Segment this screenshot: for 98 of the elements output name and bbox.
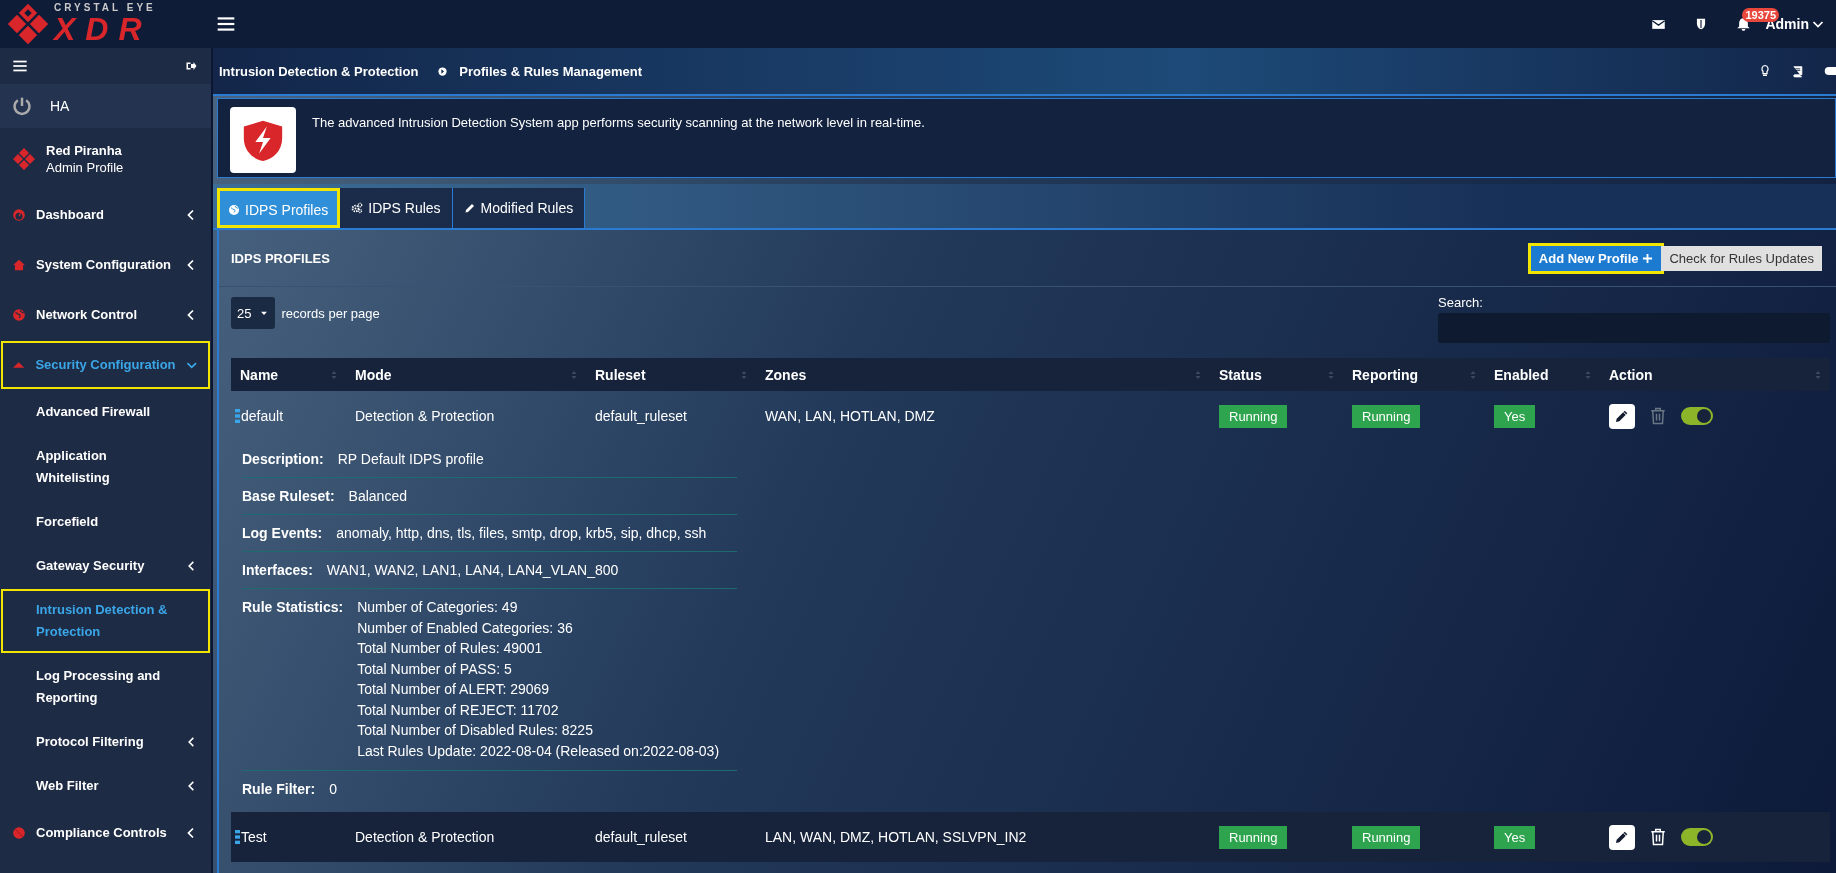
reporting-badge: Running — [1352, 825, 1421, 849]
statistic-text: Total Number of Rules: 49001 — [357, 639, 544, 658]
edit-button[interactable] — [1609, 403, 1635, 429]
status-badge: Running — [1219, 404, 1288, 428]
table-cell: Test — [241, 829, 267, 845]
profile-name: Red Piranha — [46, 142, 123, 159]
add-button[interactable]: Add New Profile — [1530, 245, 1662, 271]
detail-value: RP Default IDPS profile — [337, 450, 484, 468]
pill-icon[interactable] — [1824, 64, 1836, 78]
breadcrumb-item[interactable]: Intrusion Detection & Protection — [219, 63, 419, 79]
statistic-text: Total Number of PASS: 5 — [357, 659, 513, 679]
tab[interactable]: IDPS Rules — [340, 188, 453, 228]
statistic-text: Total Number of REJECT: 11702 — [357, 700, 560, 720]
detail-value: Balanced — [348, 487, 407, 505]
tab[interactable]: Modified Rules — [452, 188, 586, 228]
check-updates-button[interactable]: Check for Rules Updates — [1661, 245, 1822, 271]
page-size-select[interactable]: 25 — [231, 297, 276, 329]
plus-icon — [1642, 252, 1654, 264]
globe-icon — [12, 308, 26, 322]
status-badge: Running — [1219, 825, 1288, 849]
globe-icon — [228, 203, 240, 216]
sidebar-subitem[interactable]: Advanced Firewall — [0, 390, 211, 434]
reporting-badge: Running — [1352, 404, 1421, 428]
toggle-switch[interactable] — [1681, 828, 1713, 846]
sidebar-subitem[interactable]: Protocol Filtering — [0, 720, 211, 764]
menu-icon[interactable] — [12, 58, 28, 74]
detail-label: Interfaces: — [242, 561, 313, 579]
chevron-left-icon — [186, 736, 197, 748]
enabled-badge: Yes — [1494, 825, 1536, 849]
enabled-badge: Yes — [1494, 404, 1536, 428]
column-header[interactable]: Name — [231, 366, 346, 383]
breadcrumb-item: Profiles & Rules Management — [459, 63, 643, 79]
info-text: The advanced Intrusion Detection System app performs security scanning at the network level in real-time. — [312, 115, 925, 130]
ha-label: HA — [50, 98, 70, 114]
chevron-left-icon — [186, 560, 197, 572]
toggle-switch[interactable] — [1681, 407, 1713, 425]
detail-label: Rule Statistics: — [242, 598, 344, 617]
detail-value: WAN1, WAN2, LAN1, LAN4, LAN4_VLAN_800 — [326, 561, 619, 579]
sidebar-item[interactable]: Network Control — [0, 290, 211, 340]
column-header[interactable]: Zones — [756, 366, 1210, 383]
circle-arrow-icon — [438, 66, 448, 76]
logout-icon[interactable] — [185, 60, 197, 72]
sidebar-subitem[interactable]: Intrusion Detection & Protection — [0, 588, 211, 654]
sidebar-subitem[interactable]: Web Filter — [0, 764, 211, 808]
column-header[interactable]: Enabled — [1485, 366, 1600, 383]
statistic-text: Last Rules Update: 2022-08-04 (Released on:2022-08-03) — [357, 741, 720, 761]
trash-icon[interactable] — [1649, 826, 1667, 848]
sidebar-subitem[interactable]: Log Processing and Reporting — [0, 654, 211, 720]
logo-tagline: CRYSTAL EYE — [54, 3, 156, 13]
statistic-text: Total Number of ALERT: 29069 — [357, 680, 551, 699]
sidebar-item[interactable]: Compliance Controls — [0, 808, 211, 858]
statistic-text: Number of Enabled Categories: 36 — [357, 618, 574, 638]
statistic-text: Total Number of Disabled Rules: 8225 — [357, 721, 594, 740]
search-field[interactable] — [1438, 313, 1830, 343]
sidebar-subitem[interactable]: Application Whitelisting — [0, 434, 211, 500]
sidebar-subitem[interactable]: Forcefield — [0, 500, 211, 544]
column-header[interactable]: Action — [1600, 366, 1830, 383]
house-icon — [12, 258, 26, 272]
lightbulb-icon[interactable] — [1759, 64, 1771, 78]
column-header[interactable]: Reporting — [1343, 366, 1485, 383]
detail-label: Rule Filter: — [242, 780, 316, 798]
detail-value: 0 — [329, 780, 337, 798]
vertical-dots-icon[interactable] — [235, 409, 240, 423]
table-cell-text: Detection & Protection — [354, 829, 496, 845]
pencil-icon — [1614, 829, 1630, 845]
statistic-text: Number of Categories: 49 — [357, 598, 519, 617]
table-cell: default — [241, 408, 284, 424]
power-icon[interactable] — [12, 96, 32, 116]
menu-icon[interactable] — [216, 14, 236, 34]
sidebar-subitem[interactable]: Gateway Security — [0, 544, 211, 588]
column-header[interactable]: Ruleset — [586, 366, 756, 383]
detail-label: Base Ruleset: — [242, 487, 335, 505]
column-header[interactable]: Mode — [346, 366, 586, 383]
table-cell-text: WAN, LAN, HOTLAN, DMZ — [764, 408, 936, 424]
sidebar-item[interactable]: Dashboard — [0, 190, 211, 240]
sidebar-item[interactable]: System Configuration — [0, 240, 211, 290]
profile-role: Admin Profile — [46, 159, 124, 176]
column-header[interactable]: Status — [1210, 366, 1343, 383]
panel-title: IDPS PROFILES — [231, 250, 330, 266]
gauge-icon — [12, 208, 26, 222]
vertical-dots-icon[interactable] — [235, 830, 240, 844]
page-size-label: records per page — [281, 305, 380, 321]
table-cell-text: LAN, WAN, DMZ, HOTLAN, SSLVPN_IN2 — [764, 829, 1028, 845]
table-cell-text: default_ruleset — [594, 829, 688, 845]
logo-text: XDR — [54, 13, 153, 45]
ban-icon — [12, 826, 26, 840]
pencil-icon — [463, 202, 476, 214]
sidebar-item[interactable]: Security Configuration — [0, 340, 211, 390]
edit-button[interactable] — [1609, 824, 1635, 850]
pencil-icon — [1614, 408, 1630, 424]
detail-value: anomaly, http, dns, tls, files, smtp, drop, krb5, sip, dhcp, ssh — [336, 524, 707, 542]
detail-label: Description: — [242, 450, 324, 468]
chevron-left-icon — [186, 780, 197, 792]
table-cell-text: default_ruleset — [594, 408, 688, 424]
detail-label: Log Events: — [242, 524, 323, 542]
search-label: Search: — [1438, 295, 1484, 310]
table-cell-text: Detection & Protection — [354, 408, 496, 424]
notification-badge: 19375 — [1742, 7, 1780, 22]
